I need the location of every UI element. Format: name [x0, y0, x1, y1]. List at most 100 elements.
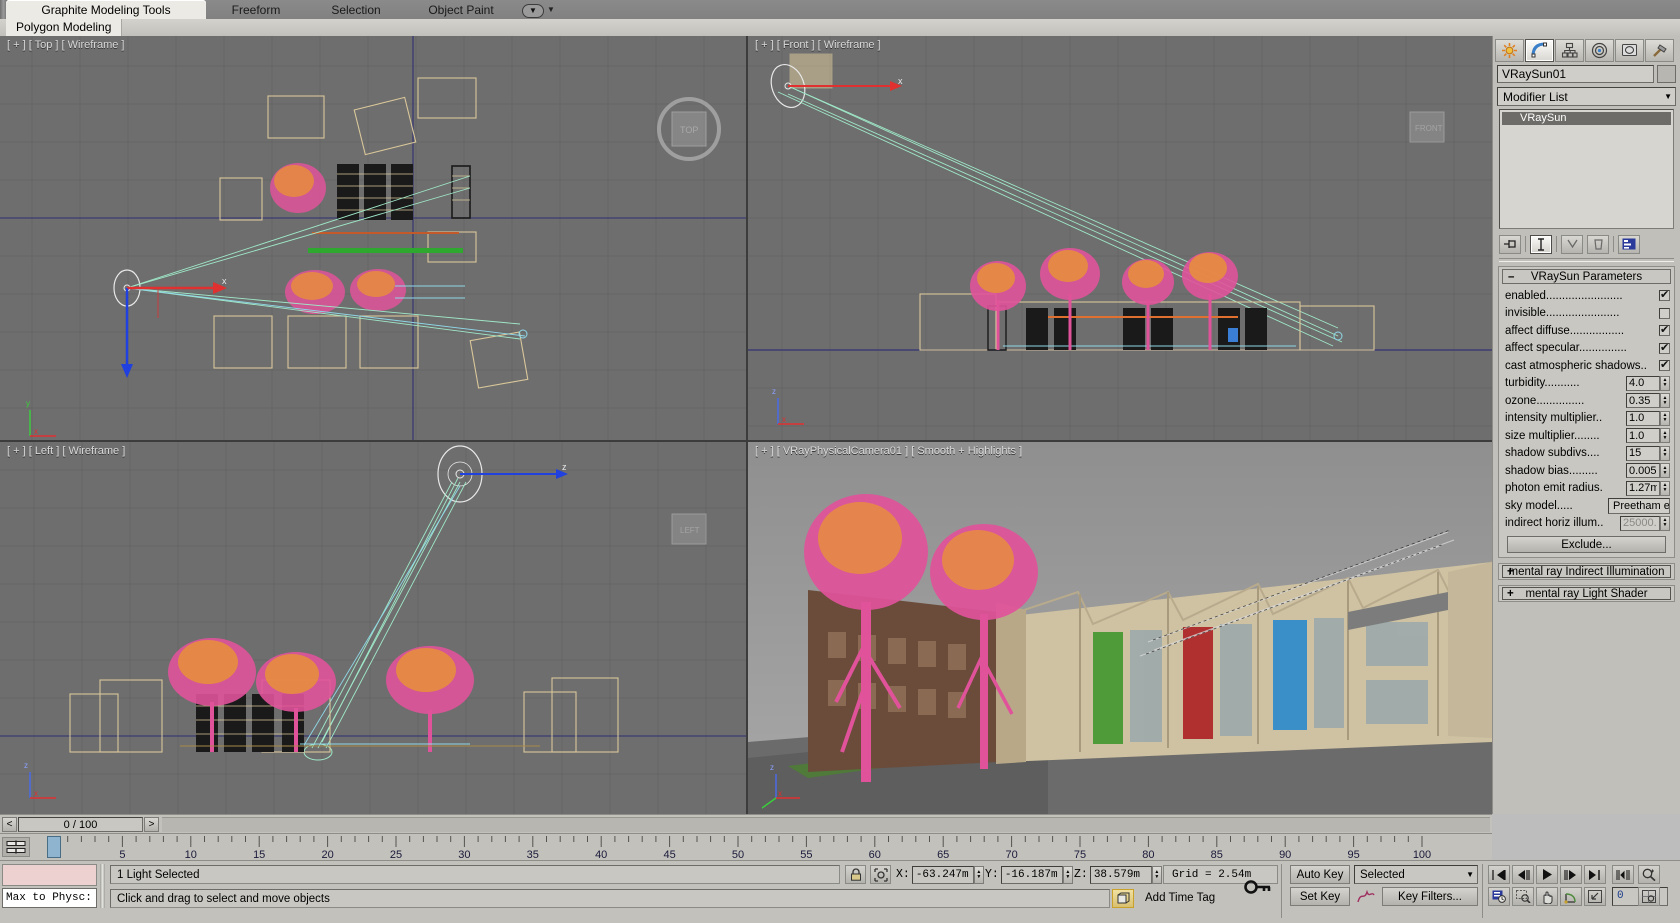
spinner-arrows[interactable]: ▲ ▼: [1660, 410, 1670, 426]
zoom-button[interactable]: [1638, 865, 1660, 884]
rollout-header[interactable]: + mental ray Indirect Illumination: [1502, 565, 1671, 578]
next-frame-button[interactable]: [1560, 865, 1582, 884]
param-row-affect-diffuse[interactable]: affect diffuse.................: [1499, 322, 1674, 340]
viewport-front[interactable]: x z x FRONT [+] [Front] [Wireframe …: [748, 36, 1492, 440]
maxscript-mini-listener-input[interactable]: Max to Physc:: [2, 888, 97, 908]
shadow-subdivs-input[interactable]: [1626, 445, 1660, 461]
coord-z-input[interactable]: [1089, 865, 1152, 884]
spinner-arrows[interactable]: ▲ ▼: [1660, 480, 1670, 496]
time-tag-icon[interactable]: [1112, 889, 1134, 908]
modifier-stack[interactable]: VRaySun: [1499, 109, 1674, 229]
object-name-field[interactable]: VRaySun01: [1497, 65, 1654, 83]
time-config-button[interactable]: [1488, 887, 1510, 906]
photon-emit-radius-spinner[interactable]: ▲▼: [1626, 480, 1670, 496]
key-mode-button[interactable]: [1612, 865, 1634, 884]
rollout-header[interactable]: + mental ray Light Shader: [1502, 587, 1671, 600]
shadow-subdivs-spinner[interactable]: ▲▼: [1626, 445, 1670, 461]
shadow-bias-spinner[interactable]: ▲▼: [1626, 463, 1670, 479]
shadow-bias-input[interactable]: [1626, 463, 1660, 479]
auto-key-button[interactable]: Auto Key: [1290, 865, 1350, 884]
spinner-arrows[interactable]: ▲ ▼: [1660, 445, 1670, 461]
mental-ray-light-shader-rollout[interactable]: + mental ray Light Shader: [1498, 585, 1675, 602]
param-row-enabled[interactable]: enabled........................: [1499, 287, 1674, 305]
enabled-checkbox[interactable]: [1659, 288, 1670, 302]
goto-end-button[interactable]: [1584, 865, 1606, 884]
utilities-tab[interactable]: [1645, 38, 1674, 62]
spinner-arrows[interactable]: ▲ ▼: [1660, 428, 1670, 444]
absolute-relative-icon[interactable]: [870, 865, 891, 884]
lock-icon[interactable]: [845, 865, 866, 884]
viewport-top[interactable]: x y x TOP [ + ] [ Top ] [ Wireframe ]: [0, 36, 746, 440]
time-slider-handle[interactable]: [47, 836, 61, 858]
param-row-shadow-subdivs[interactable]: shadow subdivs.... ▲▼: [1499, 445, 1674, 463]
spinner-arrows[interactable]: ▲ ▼: [1660, 515, 1670, 531]
chevron-down-icon-small[interactable]: ▼: [547, 5, 555, 14]
ribbon-tab-object-paint[interactable]: Object Paint: [406, 0, 516, 19]
current-frame-field[interactable]: 0 / 100: [18, 816, 143, 832]
prev-frame-button[interactable]: [1512, 865, 1534, 884]
maximize-viewport-button[interactable]: [1584, 887, 1606, 906]
coord-y-input[interactable]: [1000, 865, 1063, 884]
param-row-shadow-bias[interactable]: shadow bias......... ▲▼: [1499, 462, 1674, 480]
exclude-button[interactable]: Exclude...: [1507, 536, 1666, 553]
intensity-multiplier-spinner[interactable]: ▲▼: [1626, 410, 1670, 426]
photon-emit-radius-input[interactable]: [1626, 480, 1660, 496]
ribbon-tab-graphite-modeling-tools[interactable]: Graphite Modeling Tools: [6, 0, 206, 19]
pin-icon[interactable]: [1499, 234, 1521, 254]
key-icon[interactable]: [1243, 867, 1273, 907]
coord-x-input[interactable]: [911, 865, 974, 884]
indirect-horiz-illum-input[interactable]: [1620, 515, 1660, 531]
ribbon-tab-freeform[interactable]: Freeform: [206, 0, 306, 19]
param-row-invisible[interactable]: invisible.......................: [1499, 305, 1674, 323]
invisible-checkbox[interactable]: [1659, 307, 1670, 319]
param-row-cast-atmospheric-shadows[interactable]: cast atmospheric shadows..: [1499, 357, 1674, 375]
rollout-header[interactable]: – VRaySun Parameters: [1502, 269, 1671, 284]
stack-item-vraysun[interactable]: VRaySun: [1502, 112, 1671, 125]
spinner-arrows[interactable]: ▲ ▼: [1660, 463, 1670, 479]
spinner-arrows[interactable]: ▲ ▼: [1062, 865, 1073, 884]
spinner-arrows[interactable]: ▲ ▼: [1660, 393, 1670, 409]
goto-start-button[interactable]: [1488, 865, 1510, 884]
size-multiplier-input[interactable]: [1626, 428, 1660, 444]
intensity-multiplier-input[interactable]: [1626, 410, 1660, 426]
play-button[interactable]: [1536, 865, 1558, 884]
param-row-intensity-multiplier[interactable]: intensity multiplier.. ▲▼: [1499, 410, 1674, 428]
set-key-button[interactable]: Set Key: [1290, 887, 1350, 906]
param-row-indirect-horiz-illum[interactable]: indirect horiz illum.. ▲▼: [1499, 515, 1674, 533]
param-row-sky-model[interactable]: sky model..... Preetham et ▼: [1499, 497, 1674, 515]
object-color-swatch[interactable]: [1657, 65, 1676, 83]
affect-specular-checkbox[interactable]: [1659, 341, 1670, 354]
coord-y[interactable]: Y: ▲▼: [985, 865, 1073, 884]
param-row-turbidity[interactable]: turbidity........... ▲▼: [1499, 375, 1674, 393]
ozone-input[interactable]: [1626, 393, 1660, 409]
spinner-arrows[interactable]: ▲ ▼: [1660, 375, 1670, 391]
key-curve-icon[interactable]: [1354, 887, 1378, 906]
next-frame-small-button[interactable]: >: [144, 816, 159, 832]
turbidity-input[interactable]: [1626, 375, 1660, 391]
config-sets-icon[interactable]: [1618, 234, 1640, 254]
coord-x[interactable]: X: ▲▼: [896, 865, 984, 884]
maxscript-mini-listener-output[interactable]: [2, 864, 97, 886]
pan-button[interactable]: [1536, 887, 1558, 906]
motion-tab[interactable]: [1585, 38, 1614, 62]
time-slider-track[interactable]: [162, 816, 1490, 832]
param-row-affect-specular[interactable]: affect specular...............: [1499, 340, 1674, 358]
modifier-list-dropdown[interactable]: Modifier List ▼: [1497, 87, 1676, 106]
make-unique-icon[interactable]: [1561, 234, 1583, 254]
indirect-horiz-illum-spinner[interactable]: ▲▼: [1620, 515, 1670, 531]
selection-set-dropdown[interactable]: Selected ▼: [1354, 865, 1478, 884]
param-row-size-multiplier[interactable]: size multiplier........ ▲▼: [1499, 427, 1674, 445]
param-row-ozone[interactable]: ozone............... ▲▼: [1499, 392, 1674, 410]
viewport-camera[interactable]: z x [ + ] [ VRayPhysicalCamera01 ] [ Smo…: [748, 442, 1492, 814]
size-multiplier-spinner[interactable]: ▲▼: [1626, 428, 1670, 444]
create-tab[interactable]: [1495, 38, 1524, 62]
zoom-all-button[interactable]: [1638, 887, 1660, 906]
param-row-photon-emit-radius[interactable]: photon emit radius. ▲▼: [1499, 480, 1674, 498]
ozone-spinner[interactable]: ▲▼: [1626, 393, 1670, 409]
mental-ray-indirect-illumination-rollout[interactable]: + mental ray Indirect Illumination: [1498, 563, 1675, 580]
cast-atmospheric-shadows-checkbox[interactable]: [1659, 358, 1670, 372]
spinner-arrows[interactable]: ▲ ▼: [973, 865, 984, 884]
chevron-down-icon[interactable]: ▼: [522, 3, 544, 18]
zoom-region-button[interactable]: [1512, 887, 1534, 906]
key-toggle-icon[interactable]: [2, 837, 30, 857]
